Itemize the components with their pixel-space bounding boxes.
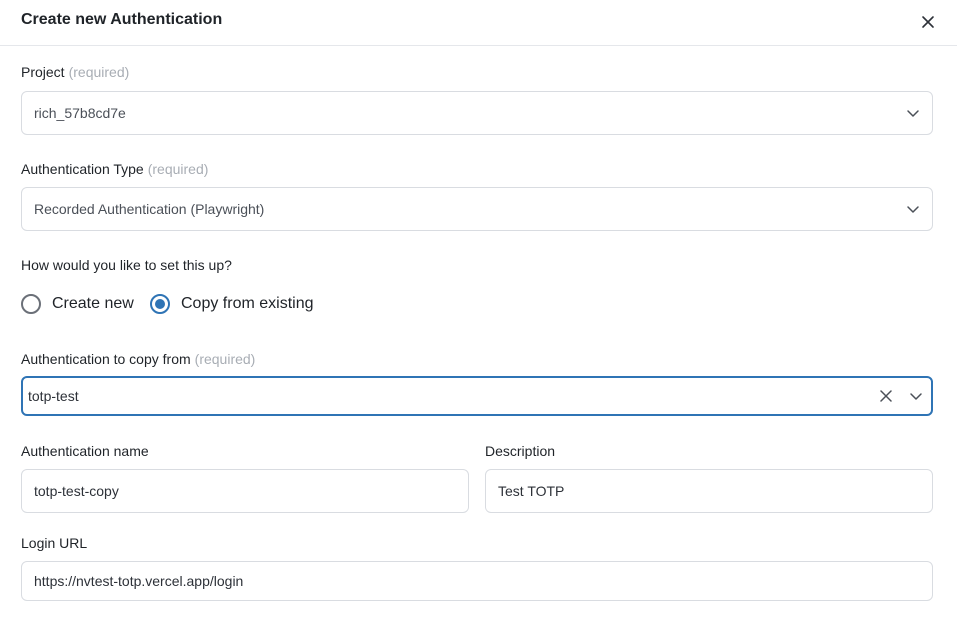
description-value: Test TOTP xyxy=(498,483,565,499)
radio-circle xyxy=(21,294,41,314)
copy-from-select[interactable]: totp-test xyxy=(21,376,933,416)
radio-circle-checked xyxy=(150,294,170,314)
project-select[interactable]: rich_57b8cd7e xyxy=(21,91,933,135)
project-label-text: Project xyxy=(21,64,65,80)
auth-name-input[interactable]: totp-test-copy xyxy=(21,469,469,513)
copy-from-value: totp-test xyxy=(28,388,79,404)
auth-name-label: Authentication name xyxy=(21,443,149,459)
close-button[interactable] xyxy=(918,12,938,32)
dialog-title: Create new Authentication xyxy=(21,11,223,28)
chevron-down-icon xyxy=(910,393,922,400)
login-url-input[interactable]: https://nvtest-totp.vercel.app/login xyxy=(21,561,933,601)
project-value: rich_57b8cd7e xyxy=(34,105,126,121)
project-required: (required) xyxy=(68,64,130,80)
project-label: Project (required) xyxy=(21,64,129,80)
copy-from-required: (required) xyxy=(194,351,256,367)
close-icon xyxy=(922,16,934,28)
chevron-down-icon xyxy=(907,206,919,213)
copy-from-label-text: Authentication to copy from xyxy=(21,351,191,367)
auth-type-select[interactable]: Recorded Authentication (Playwright) xyxy=(21,187,933,231)
auth-type-label: Authentication Type (required) xyxy=(21,161,208,177)
auth-type-value: Recorded Authentication (Playwright) xyxy=(34,201,265,217)
login-url-label: Login URL xyxy=(21,535,88,551)
auth-type-label-text: Authentication Type xyxy=(21,161,144,177)
auth-type-required: (required) xyxy=(147,161,209,177)
auth-name-value: totp-test-copy xyxy=(34,483,119,499)
chevron-down-icon xyxy=(907,110,919,117)
description-label: Description xyxy=(485,443,556,459)
clear-x-icon[interactable] xyxy=(879,389,893,403)
radio-create-new-label: Create new xyxy=(52,295,134,312)
dialog-header: Create new Authentication xyxy=(0,0,957,46)
setup-question: How would you like to set this up? xyxy=(21,257,232,273)
radio-copy-from-existing-label: Copy from existing xyxy=(181,295,314,312)
login-url-value: https://nvtest-totp.vercel.app/login xyxy=(34,573,244,589)
description-input[interactable]: Test TOTP xyxy=(485,469,933,513)
copy-from-label: Authentication to copy from (required) xyxy=(21,351,255,367)
